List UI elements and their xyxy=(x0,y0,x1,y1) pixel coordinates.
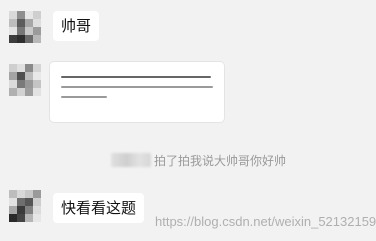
watermark: https://blog.csdn.net/weixin_52132159 xyxy=(155,214,376,229)
pat-text: 拍了拍我说大帅哥你好帅 xyxy=(154,153,287,168)
avatar[interactable] xyxy=(9,64,41,96)
message-text: 快看看这题 xyxy=(61,199,137,217)
avatar[interactable] xyxy=(9,190,41,222)
image-message[interactable] xyxy=(50,62,224,122)
message-bubble[interactable]: 帅哥 xyxy=(53,11,100,41)
message-bubble[interactable]: 快看看这题 xyxy=(53,193,145,223)
avatar[interactable] xyxy=(9,11,41,43)
message-text: 帅哥 xyxy=(61,17,92,35)
blurred-username xyxy=(111,153,151,167)
pat-notification: 拍了拍我说大帅哥你好帅 xyxy=(111,151,286,169)
